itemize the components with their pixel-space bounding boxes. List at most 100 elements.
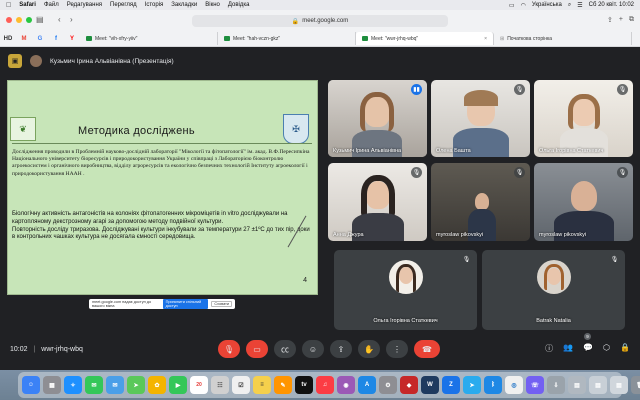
sidebar-toggle-icon[interactable]: ▤ [36,15,44,24]
tab-meet-2[interactable]: Meet: "hah-vczn-gkz" [218,32,356,45]
tab-start-page[interactable]: ⊞ Початкова сторінка [494,32,632,45]
reminders-icon[interactable]: ☑ [232,376,250,394]
zoom-icon[interactable]: Z [442,376,460,394]
pin-presentation-icon[interactable]: ▣ [8,54,22,68]
safari-icon[interactable]: ✧ [64,376,82,394]
menu-view[interactable]: Перегляд [110,2,137,8]
minimize-window-button[interactable] [16,17,22,23]
telegram-icon[interactable]: ➤ [463,376,481,394]
control-center-icon[interactable]: ☰ [577,2,582,9]
photos-icon[interactable]: ✿ [148,376,166,394]
facetime-icon[interactable]: ▶ [169,376,187,394]
avatar [388,260,423,294]
participant-tile[interactable]: ▮▮ Кузьмич Ірина Альвіанівна [328,80,427,157]
activities-icon[interactable]: ⬡ [603,343,610,354]
pinned-tab-youtube[interactable]: Y [64,33,80,45]
screen-share-banner: meet.google.com надає доступ до вашого в… [89,299,235,309]
app-store-icon[interactable]: A [358,376,376,394]
pinned-tab-hd[interactable]: HD [0,33,16,45]
camera-toggle-button[interactable]: ▭ [246,340,268,358]
menu-history[interactable]: Історія [145,2,164,8]
system-settings-icon[interactable]: ⚙ [379,376,397,394]
mic-off-icon: 🎙 [223,344,235,354]
launchpad-icon[interactable]: ▦ [43,376,61,394]
wifi-icon[interactable]: ◠ [521,2,526,9]
new-tab-icon[interactable]: + [619,16,623,24]
trash-icon[interactable]: 🗑 [631,376,640,394]
leave-call-button[interactable]: ☎ [414,340,440,358]
apple-icon[interactable]:  [6,2,11,9]
music-icon[interactable]: ♫ [316,376,334,394]
chrome-icon[interactable]: ◎ [505,376,523,394]
participant-tile[interactable]: 🎙 Олена Башта [431,80,530,157]
meet-stage: ▣ Кузьмич Ірина Альвіанівна (Презентація… [0,47,640,370]
address-bar[interactable]: 🔒 meet.google.com [192,15,448,27]
hide-banner-button[interactable]: Сховати [211,301,232,307]
pinned-tab-facebook[interactable]: f [48,33,64,45]
messages-icon[interactable]: ✉ [85,376,103,394]
menu-help[interactable]: Довідка [228,2,250,8]
zoom-window-button[interactable] [26,17,32,23]
input-source[interactable]: Українська [532,2,562,8]
menu-edit[interactable]: Редагування [67,2,102,8]
people-icon[interactable]: 👥 [563,343,573,354]
app-menu-safari[interactable]: Safari [19,2,36,8]
pinned-tab-gmail[interactable]: M [16,33,32,45]
freeform-icon[interactable]: ✎ [274,376,292,394]
stop-sharing-button[interactable]: Припинити спільний доступ [162,299,209,309]
app-icon-red[interactable]: ◆ [400,376,418,394]
host-controls-icon[interactable]: 🔒 [620,343,630,354]
recent-document-icon[interactable]: ▤ [589,376,607,394]
downloads-icon[interactable]: ⇩ [547,376,565,394]
share-banner-text: meet.google.com надає доступ до вашого в… [92,300,152,308]
close-window-button[interactable] [6,17,12,23]
chat-icon[interactable]: 💬 [583,343,593,354]
participant-name: Кузьмич Ірина Альвіанівна [333,148,402,154]
word-icon[interactable]: W [421,376,439,394]
participant-tile[interactable]: 🎙 myroslaw pikovskyi [534,163,633,241]
bluetooth-icon[interactable]: ᛒ [484,376,502,394]
recent-document-icon[interactable]: ▤ [610,376,628,394]
tab-meet-3-active[interactable]: Meet: "wwr-jrhq-wbq" × [356,32,494,45]
captions-button[interactable]: ㏄ [274,340,296,358]
finder-icon[interactable]: ☺ [22,376,40,394]
contacts-icon[interactable]: ☷ [211,376,229,394]
participant-tile[interactable]: 🎙 Анна Джура [328,163,427,241]
meeting-controls: 10:02 | wwr-jrhq-wbq 🎙 ▭ ㏄ ☺ ⇪ ✋ ⋮ ☎ ⓘ 👥… [0,335,640,370]
search-icon[interactable]: ⌕ [568,2,571,9]
calendar-icon[interactable]: 20 [190,376,208,394]
viber-icon[interactable]: ☏ [526,376,544,394]
notes-icon[interactable]: ≡ [253,376,271,394]
apple-tv-icon[interactable]: tv [295,376,313,394]
participant-tile[interactable]: 🎙 Batrak Natalia [482,250,625,330]
participant-tile[interactable]: 🎙 myroslaw pikovskyi [431,163,530,241]
tab-overview-icon[interactable]: ⧉ [629,16,634,24]
raise-hand-button[interactable]: ✋ [358,340,380,358]
mail-icon[interactable]: ✉ [106,376,124,394]
mic-toggle-button[interactable]: 🎙 [218,340,240,358]
menu-bookmarks[interactable]: Закладки [171,2,197,8]
participant-tile[interactable]: 🎙 Ольга Ігорівна Статкевич [334,250,477,330]
meeting-details-icon[interactable]: ⓘ [545,343,553,354]
battery-icon[interactable]: ▭ [509,2,515,9]
pinned-tab-google[interactable]: G [32,33,48,45]
close-tab-icon[interactable]: × [484,36,487,42]
participant-hair [395,264,416,292]
participant-tile[interactable]: 🎙 Ольга Ігорівна Статкевич [534,80,633,157]
reactions-button[interactable]: ☺ [302,340,324,358]
more-options-button[interactable]: ⋮ [386,340,408,358]
menu-window[interactable]: Вікно [205,2,220,8]
forward-icon[interactable]: › [70,15,73,24]
meeting-code[interactable]: wwr-jrhq-wbq [41,346,83,353]
podcasts-icon[interactable]: ◉ [337,376,355,394]
present-button[interactable]: ⇪ [330,340,352,358]
maps-icon[interactable]: ➤ [127,376,145,394]
slide-paragraph-2a: Біологічну активність антагоністів на ко… [12,211,288,225]
presentation-slide[interactable]: ❦ ✠ Методика досліджень Дослідження пров… [7,80,318,295]
menu-file[interactable]: Файл [44,2,59,8]
back-icon[interactable]: ‹ [58,15,61,24]
menubar-clock[interactable]: Сб 20 квіт. 10:02 [589,2,634,8]
tab-meet-1[interactable]: Meet: "vih-xfry-yiiv" [80,32,218,45]
share-icon[interactable]: ⇪ [607,16,613,24]
recent-document-icon[interactable]: ▤ [568,376,586,394]
